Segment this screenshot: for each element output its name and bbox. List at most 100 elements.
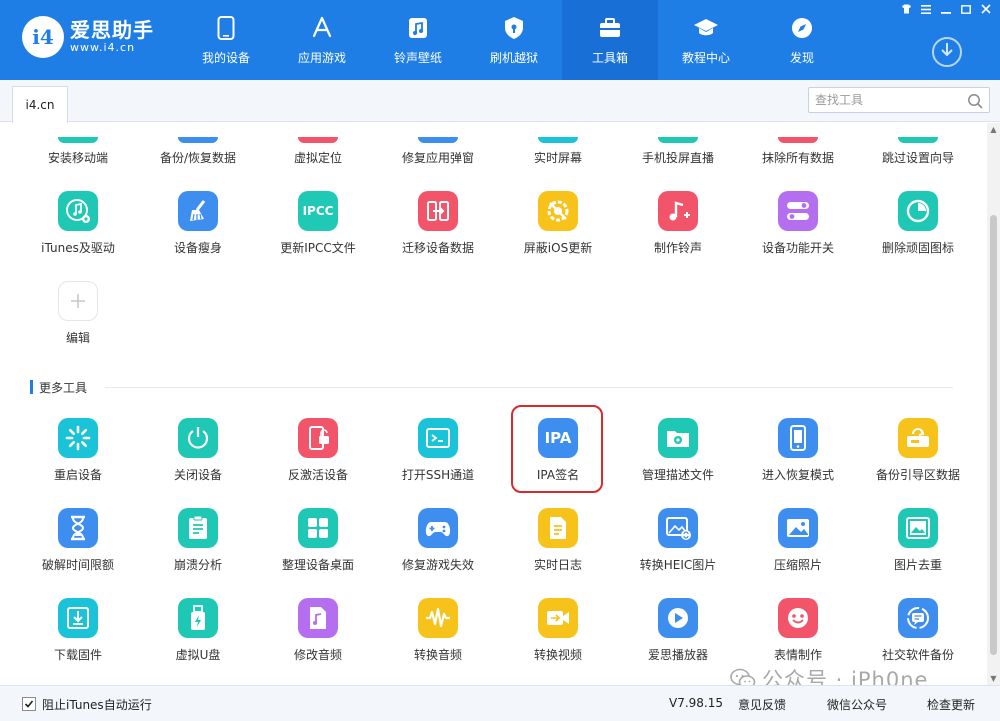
tool-fix-game[interactable]: 修复游戏失效 (378, 508, 498, 572)
nav-apps-games[interactable]: 应用游戏 (274, 0, 370, 80)
block-itunes-checkbox[interactable] (22, 697, 36, 711)
erase-data-icon (778, 137, 818, 143)
tool-edit-audio[interactable]: 修改音频 (258, 598, 378, 662)
tool-update-ipcc[interactable]: IPCC 更新IPCC文件 (258, 191, 378, 255)
scroll-up-icon[interactable]: ▲ (989, 125, 998, 134)
tool-fix-app-popup[interactable]: 修复应用弹窗 (378, 151, 498, 165)
profile-gear-icon (658, 418, 698, 458)
block-itunes-label[interactable]: 阻止iTunes自动运行 (42, 696, 152, 713)
check-update-link[interactable]: 检查更新 (927, 696, 975, 713)
content-scrollbar[interactable]: ▲ ▼ (987, 123, 1000, 685)
tool-convert-audio[interactable]: 转换音频 (378, 598, 498, 662)
heic-convert-icon (658, 508, 698, 548)
tool-backup-boot-data[interactable]: 备份引导区数据 (858, 418, 978, 482)
tool-feature-toggles[interactable]: 设备功能开关 (738, 191, 858, 255)
main-nav: 我的设备 应用游戏 铃声壁纸 刷机越狱 工具箱 教程中心 发现 (178, 0, 850, 80)
hourglass-icon (58, 508, 98, 548)
backup-restore-icon (178, 137, 218, 143)
section-divider (105, 387, 953, 388)
install-mobile-icon (58, 137, 98, 143)
menu-icon[interactable] (918, 2, 934, 16)
tab-i4cn[interactable]: i4.cn (12, 86, 68, 123)
tool-image-dedupe[interactable]: 图片去重 (858, 508, 978, 572)
tool-open-ssh[interactable]: 打开SSH通道 (378, 418, 498, 482)
tool-make-emoji[interactable]: 表情制作 (738, 598, 858, 662)
tool-search-input[interactable] (815, 91, 963, 109)
terminal-icon (418, 418, 458, 458)
minimize-icon[interactable] (938, 2, 954, 16)
tool-realtime-log[interactable]: 实时日志 (498, 508, 618, 572)
scroll-thumb[interactable] (990, 215, 997, 655)
tool-manage-profiles[interactable]: 管理描述文件 (618, 418, 738, 482)
emoji-icon (778, 598, 818, 638)
tool-make-ringtone[interactable]: 制作铃声 (618, 191, 738, 255)
nav-discover[interactable]: 发现 (754, 0, 850, 80)
nav-ringtones-wallpapers[interactable]: 铃声壁纸 (370, 0, 466, 80)
version-text: V7.98.15 (669, 696, 724, 710)
grid-icon (298, 508, 338, 548)
app-store-icon (309, 15, 335, 41)
tool-organize-desktop[interactable]: 整理设备桌面 (258, 508, 378, 572)
compass-icon (789, 15, 815, 41)
tool-crash-analysis[interactable]: 崩溃分析 (138, 508, 258, 572)
tool-social-backup[interactable]: 社交软件备份 (858, 598, 978, 662)
nav-flash-jailbreak[interactable]: 刷机越狱 (466, 0, 562, 80)
tool-convert-heic[interactable]: 转换HEIC图片 (618, 508, 738, 572)
tool-block-ios-update[interactable]: 屏蔽iOS更新 (498, 191, 618, 255)
play-icon (658, 598, 698, 638)
toolbox-content: 安装移动端 备份/恢复数据 虚拟定位 修复应用弹窗 实时屏幕 手机投屏直播 抹除… (0, 123, 987, 685)
nav-tutorials[interactable]: 教程中心 (658, 0, 754, 80)
feedback-link[interactable]: 意见反馈 (738, 696, 786, 713)
audio-edit-icon (298, 598, 338, 638)
download-manager-button[interactable] (932, 37, 962, 67)
close-icon[interactable] (978, 2, 994, 16)
section-more-tools: 更多工具 (30, 379, 87, 395)
compress-photo-icon (778, 508, 818, 548)
tool-deactivate-device[interactable]: 反激活设备 (258, 418, 378, 482)
restart-icon (58, 418, 98, 458)
tool-device-slim[interactable]: 设备瘦身 (138, 191, 258, 255)
transfer-icon (418, 191, 458, 231)
wechat-link[interactable]: 微信公众号 (827, 696, 887, 713)
tool-virtual-usb[interactable]: 虚拟U盘 (138, 598, 258, 662)
ringtone-icon (658, 191, 698, 231)
tool-install-mobile[interactable]: 安装移动端 (18, 151, 138, 165)
tool-erase-all-data[interactable]: 抹除所有数据 (738, 151, 858, 165)
ipcc-icon: IPCC (298, 191, 338, 231)
tool-i4-player[interactable]: 爱思播放器 (618, 598, 738, 662)
tool-virtual-location[interactable]: 虚拟定位 (258, 151, 378, 165)
tool-shutdown-device[interactable]: 关闭设备 (138, 418, 258, 482)
deactivate-icon (298, 418, 338, 458)
window-controls (898, 2, 994, 16)
tool-crack-time-limit[interactable]: 破解时间限额 (18, 508, 138, 572)
nav-toolbox[interactable]: 工具箱 (562, 0, 658, 80)
tool-migrate-data[interactable]: 迁移设备数据 (378, 191, 498, 255)
skin-icon[interactable] (898, 2, 914, 16)
tool-realtime-screen[interactable]: 实时屏幕 (498, 151, 618, 165)
dedupe-image-icon (898, 508, 938, 548)
tool-recovery-mode[interactable]: 进入恢复模式 (738, 418, 858, 482)
tool-screen-cast[interactable]: 手机投屏直播 (618, 151, 738, 165)
tool-restart-device[interactable]: 重启设备 (18, 418, 138, 482)
download-arrow-icon (940, 42, 954, 62)
app-window: i4 爱思助手 www.i4.cn 我的设备 应用游戏 铃声壁纸 刷机越狱 工具… (0, 0, 1000, 721)
power-icon (178, 418, 218, 458)
maximize-icon[interactable] (958, 2, 974, 16)
graduation-cap-icon (693, 15, 719, 41)
plus-icon (58, 281, 98, 321)
tool-skip-setup[interactable]: 跳过设置向导 (858, 151, 978, 165)
brand-name: 爱思助手 (70, 18, 154, 42)
realtime-screen-icon (538, 137, 578, 143)
broom-icon (178, 191, 218, 231)
tool-backup-restore[interactable]: 备份/恢复数据 (138, 151, 258, 165)
tool-itunes-driver[interactable]: iTunes及驱动 (18, 191, 138, 255)
tool-compress-photo[interactable]: 压缩照片 (738, 508, 858, 572)
tool-edit[interactable]: 编辑 (18, 281, 138, 345)
scroll-down-icon[interactable]: ▼ (989, 674, 998, 683)
tool-convert-video[interactable]: 转换视频 (498, 598, 618, 662)
search-icon[interactable] (967, 93, 983, 109)
gamepad-icon (418, 508, 458, 548)
tool-download-firmware[interactable]: 下载固件 (18, 598, 138, 662)
tool-delete-stubborn-icons[interactable]: 删除顽固图标 (858, 191, 978, 255)
nav-my-device[interactable]: 我的设备 (178, 0, 274, 80)
